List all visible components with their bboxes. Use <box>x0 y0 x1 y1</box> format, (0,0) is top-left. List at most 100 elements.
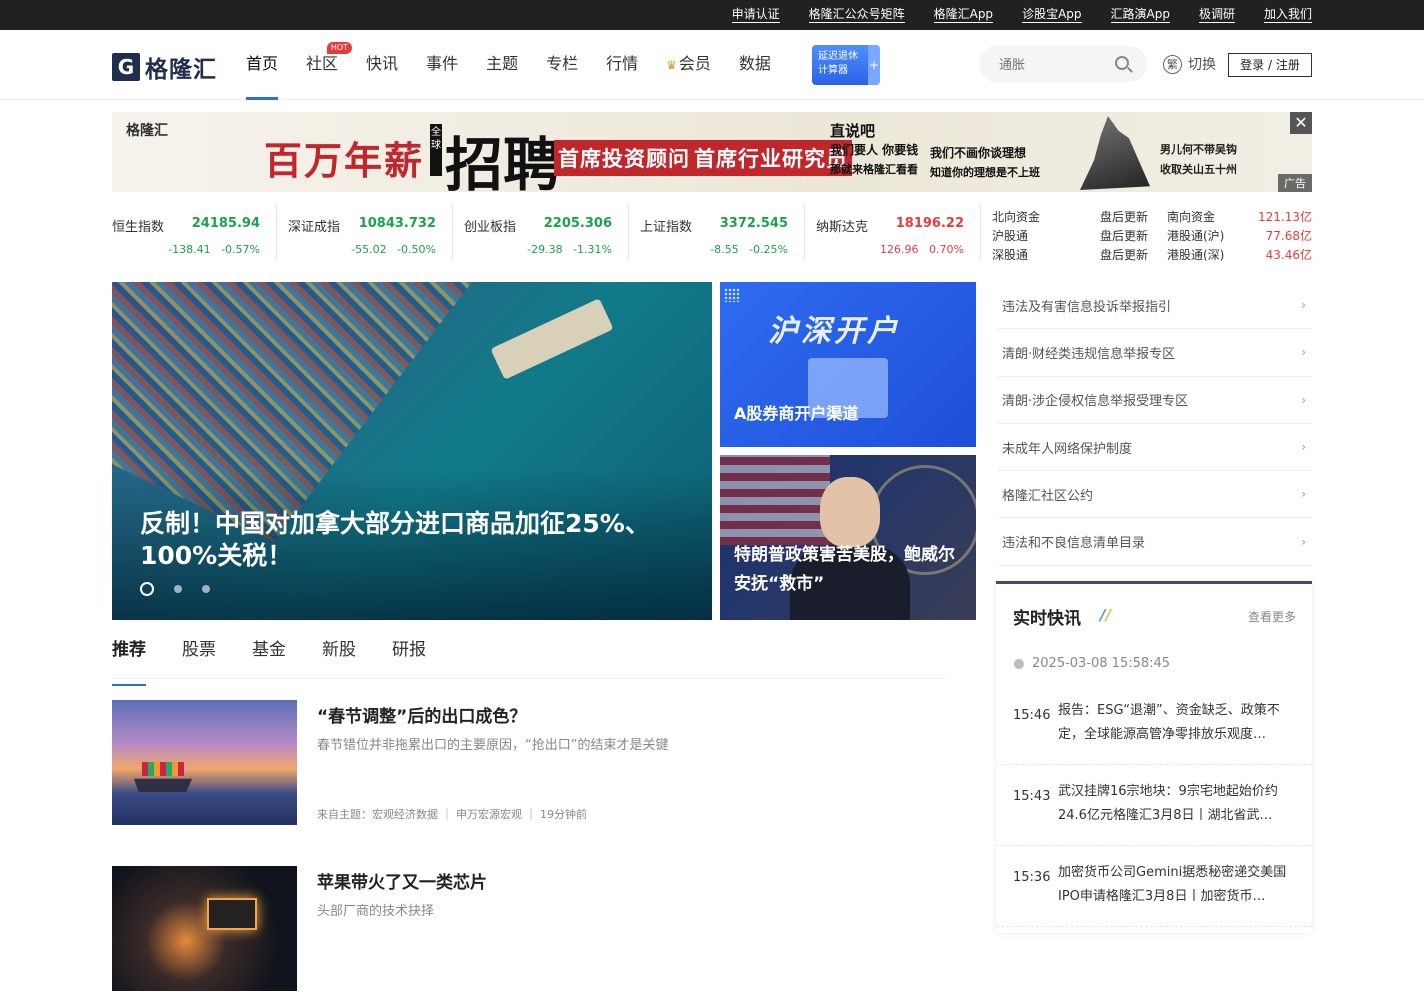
login-register-button[interactable]: 登录 / 注册 <box>1228 53 1312 77</box>
search-icon[interactable] <box>1115 56 1129 70</box>
flash-item[interactable]: 15:46 报告：ESG“退潮”、资金缺乏、政策不定，全球能源高管净零排放乐观度… <box>996 685 1312 765</box>
flow-row: 港股通(深) 43.46亿 <box>1167 246 1312 265</box>
nav-data[interactable]: 数据 <box>739 30 771 100</box>
nav-flash[interactable]: 快讯 <box>366 30 398 100</box>
banner-slogan-2: 我们不画你谈理想 知道你的理想是不上班 <box>930 144 1040 182</box>
link-label: 违法及有害信息投诉举报指引 <box>1002 299 1172 315</box>
nav-quotes[interactable]: 行情 <box>606 30 638 100</box>
index-price: 24185.94 <box>191 216 260 231</box>
logo-text: 格隆汇 <box>145 57 217 83</box>
index-change-value: -138.41 <box>168 243 211 256</box>
article-title[interactable]: “春节调整”后的出口成色？ <box>317 702 526 727</box>
index-shanghai-composite[interactable]: 上证指数 3372.545 -8.55 -0.25% <box>640 205 805 261</box>
flash-item[interactable]: 15:43 武汉挂牌16宗地块：9宗宅地起始价约24.6亿元格隆汇3月8日丨湖北… <box>996 766 1312 846</box>
index-hang-seng[interactable]: 恒生指数 24185.94 -138.41 -0.57% <box>112 205 277 261</box>
link-harmful-info-report[interactable]: 违法及有害信息投诉举报指引 › <box>996 282 1312 330</box>
article-item[interactable]: “春节调整”后的出口成色？ 春节错位并非拖累出口的主要原因，“抢出口”的结束才是… <box>112 700 945 826</box>
chevron-right-icon: › <box>1301 534 1306 549</box>
link-community-convention[interactable]: 格隆汇社区公约 › <box>996 471 1312 519</box>
nav-flash-label: 快讯 <box>366 54 399 73</box>
chip-image <box>207 898 257 930</box>
flow-label: 南向资金 <box>1167 210 1216 224</box>
flash-item-time: 15:46 <box>1013 708 1051 723</box>
nav-home[interactable]: 首页 <box>246 30 279 100</box>
ad-banner[interactable]: 格隆汇 百万年薪 全球 招聘 首席投资顾问 首席行业研究员 直说吧 我们要人 你… <box>112 112 1312 192</box>
article-desc: 头部厂商的技术抉择 <box>317 904 435 919</box>
nav-membership[interactable]: ♛ 会员 <box>666 30 711 100</box>
top-bar: 申请认证 格隆汇公众号矩阵 格隆汇App 诊股宝App 汇路演App 极调研 加… <box>0 0 1424 30</box>
slogan-2-line-a: 我们不画你谈理想 <box>930 146 1027 160</box>
nav-columns[interactable]: 专栏 <box>546 30 578 100</box>
top-link-wechat-matrix[interactable]: 格隆汇公众号矩阵 <box>808 7 905 23</box>
search-input[interactable] <box>999 46 1119 82</box>
account-opening-card[interactable]: 沪深开户 A股券商开户渠道 <box>720 282 976 447</box>
link-label: 格隆汇社区公约 <box>1002 488 1094 504</box>
flow-value: 盘后更新 <box>1099 248 1148 262</box>
top-link-zhengubao-app[interactable]: 诊股宝App <box>1022 7 1082 23</box>
top-link-roadshow-app[interactable]: 汇路演App <box>1110 7 1170 23</box>
switch-label: 切换 <box>1188 57 1216 73</box>
flash-date: 2025-03-08 15:58:45 <box>1014 656 1170 671</box>
article-thumbnail[interactable] <box>112 700 297 825</box>
tab-funds[interactable]: 基金 <box>252 630 286 678</box>
powell-news-card[interactable]: 特朗普政策害苦美股，鲍威尔安抚“救市” <box>720 455 976 620</box>
index-price: 18196.22 <box>895 216 964 231</box>
top-links: 申请认证 格隆汇公众号矩阵 格隆汇App 诊股宝App 汇路演App 极调研 加… <box>703 0 1312 30</box>
retirement-calculator-button[interactable]: 延迟退休 计算器 + <box>812 45 880 85</box>
link-minor-protection[interactable]: 未成年人网络保护制度 › <box>996 424 1312 472</box>
index-name: 深证成指 <box>288 220 341 235</box>
tab-ipo[interactable]: 新股 <box>322 630 356 678</box>
feed-tabs: 推荐 股票 基金 新股 研报 <box>112 630 945 686</box>
dot-icon <box>1014 658 1024 669</box>
tab-recommended[interactable]: 推荐 <box>112 630 146 686</box>
flow-label: 深股通 <box>992 248 1029 262</box>
hero-title[interactable]: 反制！中国对加拿大部分进口商品加征25%、100%关税！ <box>140 508 680 572</box>
close-icon[interactable]: ✕ <box>1290 112 1312 134</box>
link-illegal-info-list[interactable]: 违法和不良信息清单目录 › <box>996 518 1312 566</box>
report-links-list: 违法及有害信息投诉举报指引 › 清朗·财经类违规信息举报专区 › 清朗·涉企侵权信息… <box>996 282 1312 566</box>
southbound-capital[interactable]: 南向资金 121.13亿 港股通(沪) 77.68亿 港股通(深) 43.46亿 <box>1167 208 1312 265</box>
link-finance-violation-report[interactable]: 清朗·财经类违规信息举报专区 › <box>996 329 1312 377</box>
tab-research[interactable]: 研报 <box>392 630 426 678</box>
index-change-value: 126.96 <box>880 243 919 256</box>
nav-events[interactable]: 事件 <box>426 30 458 100</box>
index-change-pct: -0.25% <box>749 243 788 256</box>
top-link-join-us[interactable]: 加入我们 <box>1263 7 1312 23</box>
index-nasdaq[interactable]: 纳斯达克 18196.22 126.96 0.70% <box>816 205 981 261</box>
flash-more-link[interactable]: 查看更多 <box>1248 608 1296 625</box>
article-item[interactable]: 苹果带火了又一类芯片 头部厂商的技术抉择 <box>112 866 945 992</box>
flash-item[interactable]: 15:36 加密货币公司Gemini据悉秘密递交美国IPO申请格隆汇3月8日丨加… <box>996 847 1312 927</box>
banner-poem: 男儿何不带吴钩 收取关山五十州 <box>1160 140 1237 180</box>
article-title[interactable]: 苹果带火了又一类芯片 <box>317 868 487 893</box>
hero-carousel[interactable]: 反制！中国对加拿大部分进口商品加征25%、100%关税！ <box>112 282 712 620</box>
carousel-dot-active[interactable] <box>140 582 154 596</box>
top-link-apply-cert[interactable]: 申请认证 <box>731 7 780 23</box>
flow-row: 港股通(沪) 77.68亿 <box>1167 227 1312 246</box>
language-switch[interactable]: 繁 切换 <box>1163 54 1216 74</box>
carousel-dot[interactable] <box>174 585 182 593</box>
link-enterprise-infringement-report[interactable]: 清朗·涉企侵权信息举报受理专区 › <box>996 377 1312 424</box>
chevron-right-icon: › <box>1301 440 1306 455</box>
carousel-dot[interactable] <box>202 585 210 593</box>
traditional-chinese-icon: 繁 <box>1163 54 1182 74</box>
top-link-gelonghui-app[interactable]: 格隆汇App <box>933 7 994 23</box>
nav-community[interactable]: 社区 HOT <box>306 30 353 100</box>
index-chinext[interactable]: 创业板指 2205.306 -29.38 -1.31% <box>464 205 629 261</box>
banner-recruit: 招聘 <box>445 133 562 192</box>
crown-icon: ♛ <box>666 58 677 72</box>
banner-logo: 格隆汇 <box>126 123 168 139</box>
nav-topics[interactable]: 主题 <box>486 30 518 100</box>
account-opening-caption: A股券商开户渠道 <box>734 404 859 423</box>
article-thumbnail[interactable] <box>112 866 297 991</box>
slash-decoration-icon: // <box>1100 606 1111 624</box>
ad-label: 广告 <box>1278 174 1312 192</box>
index-name: 恒生指数 <box>112 220 165 235</box>
dot-grid-icon <box>724 288 740 302</box>
index-shenzhen-component[interactable]: 深证成指 10843.732 -55.02 -0.50% <box>288 205 453 261</box>
site-logo[interactable]: G 格隆汇 <box>112 50 217 84</box>
tab-stocks[interactable]: 股票 <box>182 630 216 678</box>
northbound-capital[interactable]: 北向资金 盘后更新 沪股通 盘后更新 深股通 盘后更新 <box>992 208 1148 265</box>
flow-row: 北向资金 盘后更新 <box>992 208 1148 227</box>
flash-item-time: 15:43 <box>1013 789 1051 804</box>
top-link-jidiaoyan[interactable]: 极调研 <box>1198 7 1235 23</box>
